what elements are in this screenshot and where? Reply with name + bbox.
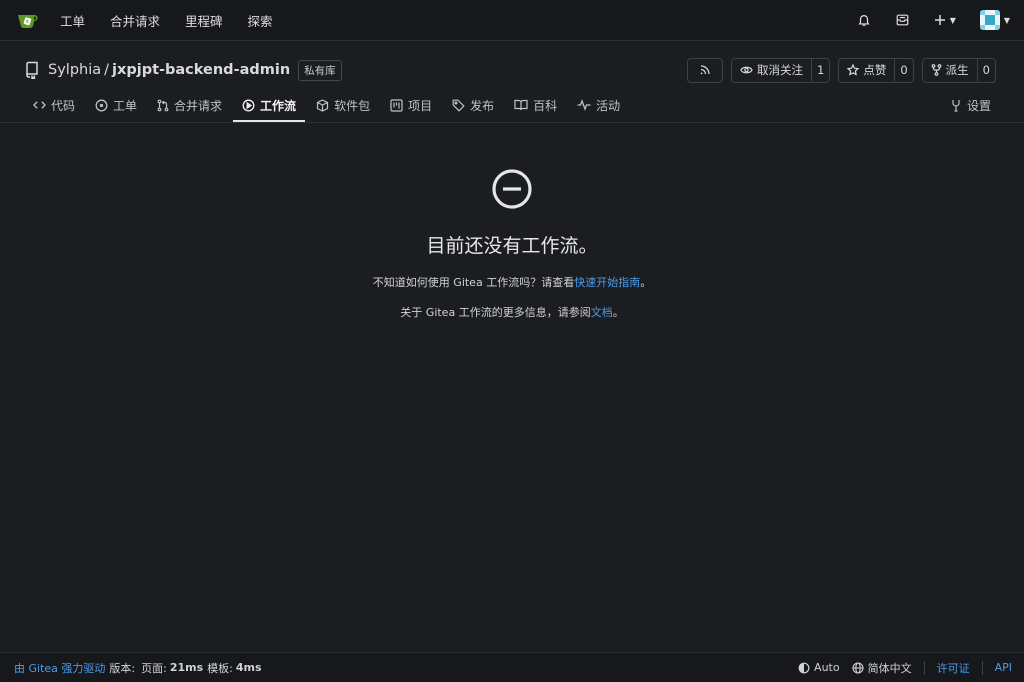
api-link[interactable]: API: [995, 661, 1012, 674]
private-badge: 私有库: [298, 59, 342, 81]
play-icon: [242, 99, 255, 112]
rss-icon: [699, 64, 711, 76]
unwatch-label: 取消关注: [757, 63, 804, 77]
page-time: 21ms: [169, 661, 204, 674]
user-menu[interactable]: ▼: [979, 10, 1010, 30]
footer-divider: [981, 660, 983, 675]
docs-text: 关于 Gitea 工作流的更多信息，请参阅: [400, 306, 591, 319]
star-label: 点赞: [863, 63, 887, 77]
tab-settings[interactable]: 设置: [941, 90, 1000, 122]
fork-count[interactable]: 0: [976, 58, 995, 82]
repo-name-link[interactable]: jxpjpt-backend-admin: [112, 62, 290, 78]
star-group: 点赞 0: [838, 57, 914, 83]
tab-pull-requests[interactable]: 合并请求: [148, 90, 231, 122]
repo-tabs: 代码 工单 合并请求 工作流 软件包 项目 发布 百科 活动 设置: [0, 90, 1024, 123]
pull-request-icon: [157, 99, 169, 112]
page-time-label: 页面:: [141, 661, 167, 675]
tab-label: 发布: [470, 98, 495, 113]
tab-packages[interactable]: 软件包: [307, 90, 379, 122]
empty-docs-line: 关于 Gitea 工作流的更多信息，请参阅文档。: [0, 304, 1024, 320]
chevron-down-icon: ▼: [949, 15, 956, 25]
theme-icon: [798, 662, 810, 674]
package-icon: [316, 98, 329, 112]
theme-switcher[interactable]: Auto: [798, 661, 840, 674]
watch-group: 取消关注 1: [731, 57, 831, 83]
template-time: 4ms: [235, 661, 262, 674]
empty-placeholder: 目前还没有工作流。 不知道如何使用 Gitea 工作流吗？请查看快速开始指南。 …: [0, 123, 1024, 320]
plus-icon: [934, 14, 946, 26]
empty-title: 目前还没有工作流。: [426, 235, 598, 257]
footer-divider: [923, 660, 925, 675]
docs-link[interactable]: 文档: [591, 306, 613, 319]
tab-label: 工作流: [260, 98, 297, 113]
fork-icon: [931, 64, 942, 76]
tab-label: 工单: [113, 98, 138, 113]
punctuation: 。: [612, 306, 624, 319]
fork-label: 派生: [945, 63, 969, 77]
help-text: 不知道如何使用 Gitea 工作流吗？请查看: [372, 276, 575, 289]
book-icon: [514, 99, 528, 111]
template-time-label: 模板:: [207, 661, 233, 675]
chevron-down-icon: ▼: [1003, 15, 1010, 25]
globe-icon: [852, 661, 864, 674]
tab-label: 活动: [596, 98, 621, 113]
theme-label: Auto: [814, 661, 840, 674]
tab-code[interactable]: 代码: [24, 90, 84, 122]
eye-icon: [740, 64, 753, 76]
repo-owner-link[interactable]: Sylphia: [48, 62, 101, 78]
repo-actions: 取消关注 1 点赞 0 派生 0: [687, 57, 996, 83]
avatar: [979, 10, 1000, 30]
issue-icon: [95, 99, 108, 112]
tab-label: 项目: [408, 98, 433, 113]
fork-group: 派生 0: [921, 57, 996, 83]
tools-icon: [950, 99, 962, 112]
nav-issues[interactable]: 工单: [60, 7, 85, 34]
tray-icon[interactable]: [895, 13, 910, 27]
path-separator: /: [104, 62, 110, 78]
project-icon: [390, 98, 403, 112]
language-label: 简体中文: [867, 661, 912, 675]
page-footer: 由 Gitea 强力驱动 版本: 页面: 21ms 模板: 4ms Auto 简…: [0, 652, 1024, 682]
unwatch-button[interactable]: 取消关注: [732, 58, 812, 82]
star-button[interactable]: 点赞: [839, 58, 895, 82]
tab-projects[interactable]: 项目: [381, 90, 441, 122]
tab-actions[interactable]: 工作流: [233, 90, 306, 122]
tab-label: 代码: [51, 98, 76, 113]
tag-icon: [452, 99, 465, 112]
gitea-logo-icon[interactable]: [16, 8, 40, 32]
tab-label: 软件包: [334, 98, 371, 113]
star-count[interactable]: 0: [894, 58, 912, 82]
nav-pull-requests[interactable]: 合并请求: [110, 7, 160, 34]
tab-releases[interactable]: 发布: [443, 90, 503, 122]
top-navbar: 工单 合并请求 里程碑 探索 ▼ ▼: [0, 0, 1024, 41]
language-switcher[interactable]: 简体中文: [852, 660, 912, 676]
tab-label: 设置: [966, 98, 991, 113]
bell-icon[interactable]: [857, 13, 871, 27]
repo-icon: [24, 61, 40, 79]
code-icon: [33, 99, 46, 111]
pulse-icon: [577, 99, 591, 111]
punctuation: 。: [640, 276, 652, 289]
fork-button[interactable]: 派生: [922, 58, 977, 82]
tab-wiki[interactable]: 百科: [505, 90, 566, 122]
rss-button[interactable]: [687, 57, 724, 83]
quick-start-link[interactable]: 快速开始指南: [574, 276, 640, 289]
tab-label: 合并请求: [174, 98, 223, 113]
footer-right: Auto 简体中文 许可证 API: [798, 660, 1012, 676]
stop-icon: [490, 167, 534, 211]
create-menu[interactable]: ▼: [934, 14, 956, 26]
star-icon: [847, 64, 860, 76]
tab-issues[interactable]: 工单: [86, 90, 146, 122]
license-link[interactable]: 许可证: [937, 660, 970, 676]
repo-header: Sylphia / jxpjpt-backend-admin 私有库 取消关注 …: [0, 50, 1024, 90]
nav-milestones[interactable]: 里程碑: [185, 7, 223, 34]
powered-by-link[interactable]: 由 Gitea 强力驱动: [14, 660, 105, 676]
watch-count[interactable]: 1: [811, 58, 829, 82]
nav-explore[interactable]: 探索: [248, 7, 273, 34]
version-label: 版本:: [109, 661, 136, 675]
tab-label: 百科: [533, 98, 558, 113]
tab-activity[interactable]: 活动: [568, 90, 629, 122]
empty-help-line: 不知道如何使用 Gitea 工作流吗？请查看快速开始指南。: [0, 274, 1024, 290]
repo-title: Sylphia / jxpjpt-backend-admin 私有库: [24, 59, 342, 81]
